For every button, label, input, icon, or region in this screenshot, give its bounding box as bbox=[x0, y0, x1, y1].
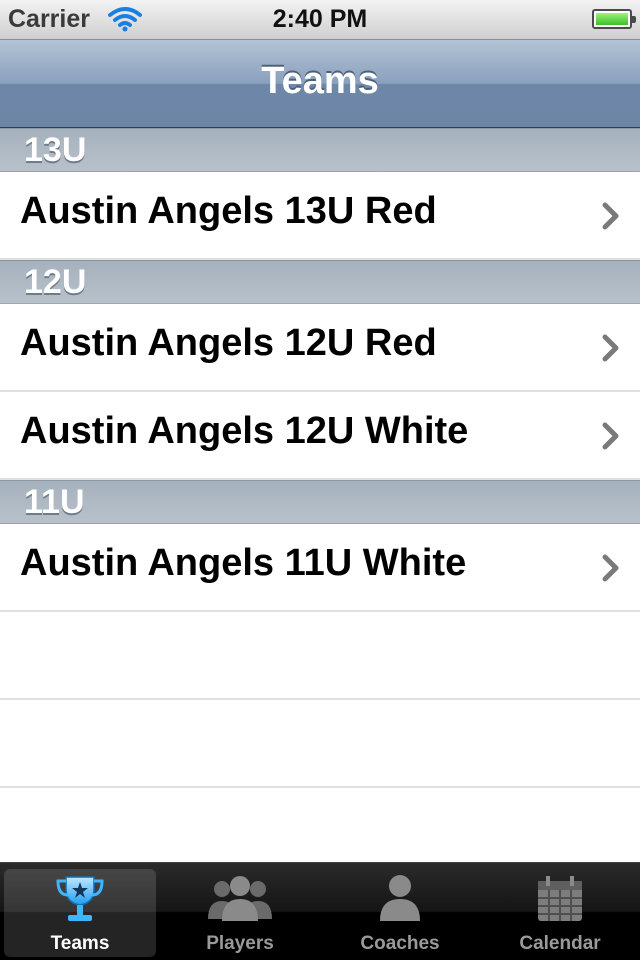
tab-players[interactable]: Players bbox=[164, 869, 316, 957]
tab-bar: Teams Players Coaches Calendar bbox=[0, 862, 640, 960]
empty-row bbox=[0, 700, 640, 788]
person-icon bbox=[324, 873, 476, 930]
navigation-bar: Teams bbox=[0, 40, 640, 128]
tab-label: Calendar bbox=[519, 933, 601, 954]
chevron-right-icon bbox=[602, 202, 620, 235]
section-header-11u: 11U bbox=[0, 480, 640, 524]
page-title: Teams bbox=[261, 60, 379, 102]
chevron-right-icon bbox=[602, 334, 620, 367]
team-name: Austin Angels 11U White bbox=[20, 542, 467, 584]
section-header-12u: 12U bbox=[0, 260, 640, 304]
status-bar: Carrier 2:40 PM bbox=[0, 0, 640, 40]
tab-teams[interactable]: Teams bbox=[4, 869, 156, 957]
teams-table: 13U Austin Angels 13U Red 12U Austin Ang… bbox=[0, 128, 640, 876]
section-header-label: 12U bbox=[24, 263, 87, 301]
section-header-label: 11U bbox=[24, 483, 85, 521]
section-header-label: 13U bbox=[24, 131, 87, 169]
team-name: Austin Angels 12U Red bbox=[20, 322, 437, 364]
battery-icon bbox=[592, 9, 636, 29]
group-icon bbox=[164, 873, 316, 930]
tab-coaches[interactable]: Coaches bbox=[324, 869, 476, 957]
table-row[interactable]: Austin Angels 11U White bbox=[0, 524, 640, 612]
tab-label: Players bbox=[206, 933, 274, 954]
table-row[interactable]: Austin Angels 12U White bbox=[0, 392, 640, 480]
section-header-13u: 13U bbox=[0, 128, 640, 172]
calendar-icon bbox=[484, 873, 636, 930]
team-name: Austin Angels 13U Red bbox=[20, 190, 437, 232]
trophy-icon bbox=[4, 873, 156, 930]
table-row[interactable]: Austin Angels 12U Red bbox=[0, 304, 640, 392]
tab-label: Teams bbox=[50, 933, 110, 954]
table-row[interactable]: Austin Angels 13U Red bbox=[0, 172, 640, 260]
team-name: Austin Angels 12U White bbox=[20, 410, 469, 452]
chevron-right-icon bbox=[602, 422, 620, 455]
status-time: 2:40 PM bbox=[272, 5, 368, 33]
tab-label: Coaches bbox=[360, 933, 440, 954]
empty-row bbox=[0, 612, 640, 700]
chevron-right-icon bbox=[602, 554, 620, 587]
tab-calendar[interactable]: Calendar bbox=[484, 869, 636, 957]
